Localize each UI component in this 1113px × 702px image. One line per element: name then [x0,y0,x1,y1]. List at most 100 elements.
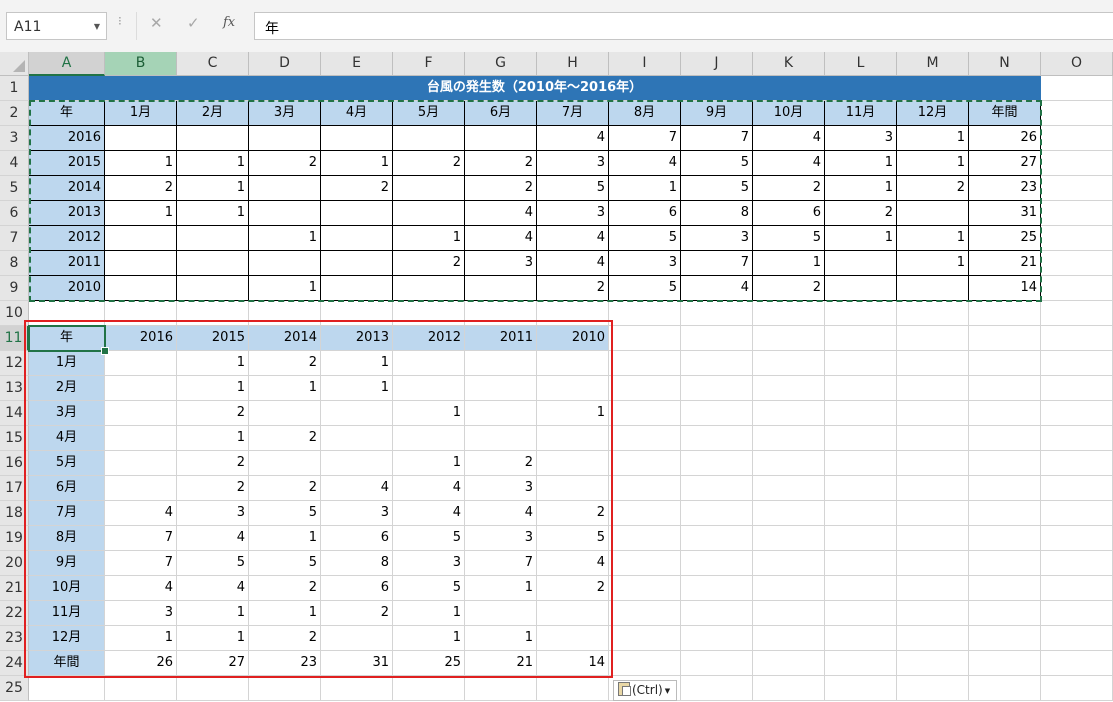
cell-m19[interactable] [897,526,969,551]
cell-k24[interactable] [753,651,825,676]
source-value-cell[interactable]: 4 [681,276,753,301]
source-value-cell[interactable]: 3 [825,126,897,151]
cell-i21[interactable] [609,576,681,601]
transposed-month-cell[interactable]: 年間 [29,651,105,676]
cell-k18[interactable] [753,501,825,526]
transposed-value-cell[interactable]: 1 [465,576,537,601]
source-year-cell[interactable]: 2016 [29,126,105,151]
cell-o15[interactable] [1041,426,1113,451]
cell-k23[interactable] [753,626,825,651]
cell-o8[interactable] [1041,251,1113,276]
cell-k16[interactable] [753,451,825,476]
source-value-cell[interactable]: 4 [465,201,537,226]
transposed-value-cell[interactable] [393,351,465,376]
column-header-n[interactable]: N [969,52,1041,76]
cell-l20[interactable] [825,551,897,576]
source-value-cell[interactable]: 1 [825,151,897,176]
transposed-value-cell[interactable]: 2 [465,451,537,476]
cell-n21[interactable] [969,576,1041,601]
source-value-cell[interactable] [249,176,321,201]
transposed-value-cell[interactable]: 1 [249,601,321,626]
row-header-8[interactable]: 8 [0,251,29,276]
transposed-value-cell[interactable]: 1 [177,626,249,651]
transposed-value-cell[interactable]: 5 [393,526,465,551]
cell-o7[interactable] [1041,226,1113,251]
cell-j19[interactable] [681,526,753,551]
column-header-c[interactable]: C [177,52,249,76]
transposed-month-cell[interactable]: 8月 [29,526,105,551]
transposed-value-cell[interactable] [105,476,177,501]
transposed-value-cell[interactable]: 2 [321,601,393,626]
source-value-cell[interactable]: 3 [609,251,681,276]
transposed-value-cell[interactable] [321,426,393,451]
cell-m15[interactable] [897,426,969,451]
transposed-value-cell[interactable]: 5 [249,501,321,526]
source-value-cell[interactable]: 1 [249,276,321,301]
cell-l10[interactable] [825,301,897,326]
cell-k19[interactable] [753,526,825,551]
source-year-cell[interactable]: 2010 [29,276,105,301]
transposed-value-cell[interactable]: 2 [249,576,321,601]
source-value-cell[interactable]: 2 [753,176,825,201]
row-header-25[interactable]: 25 [0,676,29,701]
source-value-cell[interactable]: 1 [609,176,681,201]
cell-k17[interactable] [753,476,825,501]
transposed-value-cell[interactable]: 6 [321,576,393,601]
source-value-cell[interactable]: 1 [321,151,393,176]
source-value-cell[interactable]: 1 [897,251,969,276]
cell-l14[interactable] [825,401,897,426]
source-value-cell[interactable] [393,176,465,201]
transposed-month-cell[interactable]: 4月 [29,426,105,451]
source-value-cell[interactable]: 1 [177,201,249,226]
transposed-value-cell[interactable]: 8 [321,551,393,576]
source-header-cell[interactable]: 年間 [969,101,1041,126]
transposed-value-cell[interactable]: 2 [537,501,609,526]
cell-m10[interactable] [897,301,969,326]
cell-i15[interactable] [609,426,681,451]
cell-l25[interactable] [825,676,897,701]
source-value-cell[interactable] [393,276,465,301]
column-header-g[interactable]: G [465,52,537,76]
transposed-month-cell[interactable]: 5月 [29,451,105,476]
transposed-corner-cell[interactable]: 年 [29,326,105,351]
transposed-value-cell[interactable]: 3 [321,501,393,526]
row-header-14[interactable]: 14 [0,401,29,426]
transposed-value-cell[interactable]: 1 [465,626,537,651]
cell-n10[interactable] [969,301,1041,326]
cell-j15[interactable] [681,426,753,451]
source-value-cell[interactable]: 1 [105,201,177,226]
transposed-value-cell[interactable]: 2 [177,476,249,501]
source-value-cell[interactable]: 14 [969,276,1041,301]
cell-k25[interactable] [753,676,825,701]
source-value-cell[interactable]: 31 [969,201,1041,226]
source-value-cell[interactable] [249,251,321,276]
transposed-value-cell[interactable]: 5 [177,551,249,576]
transposed-value-cell[interactable]: 4 [537,551,609,576]
transposed-value-cell[interactable]: 7 [105,526,177,551]
source-value-cell[interactable]: 3 [537,151,609,176]
cell-j17[interactable] [681,476,753,501]
row-header-2[interactable]: 2 [0,101,29,126]
transposed-value-cell[interactable]: 1 [177,601,249,626]
source-value-cell[interactable]: 5 [609,226,681,251]
cell-o13[interactable] [1041,376,1113,401]
cell-l21[interactable] [825,576,897,601]
column-header-d[interactable]: D [249,52,321,76]
source-value-cell[interactable]: 4 [465,226,537,251]
transposed-value-cell[interactable]: 1 [177,376,249,401]
source-value-cell[interactable]: 5 [609,276,681,301]
transposed-value-cell[interactable]: 2 [249,426,321,451]
source-value-cell[interactable] [825,276,897,301]
cell-l12[interactable] [825,351,897,376]
source-year-cell[interactable]: 2014 [29,176,105,201]
transposed-value-cell[interactable]: 4 [393,501,465,526]
cell-b10[interactable] [105,301,177,326]
transposed-value-cell[interactable]: 4 [177,526,249,551]
cell-j13[interactable] [681,376,753,401]
cell-o12[interactable] [1041,351,1113,376]
source-value-cell[interactable] [105,226,177,251]
cell-l24[interactable] [825,651,897,676]
transposed-value-cell[interactable] [537,451,609,476]
transposed-value-cell[interactable] [105,401,177,426]
transposed-value-cell[interactable] [105,426,177,451]
